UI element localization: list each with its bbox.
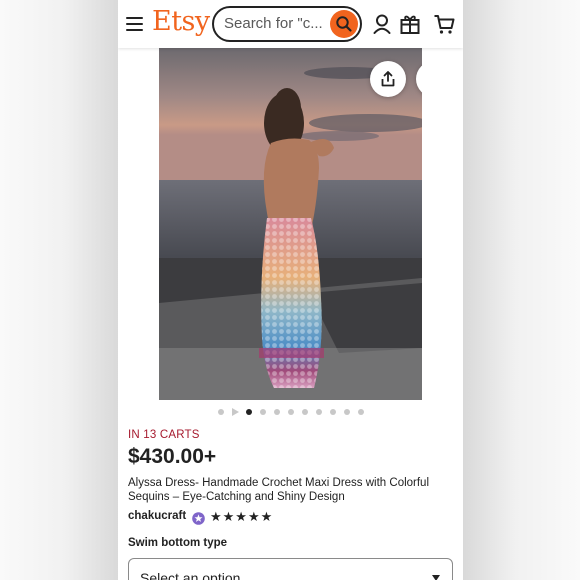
option-label: Swim bottom type	[128, 537, 228, 549]
pagination-dot[interactable]	[330, 409, 336, 415]
pagination-dot[interactable]	[260, 409, 266, 415]
pagination-dot[interactable]	[274, 409, 280, 415]
share-button[interactable]	[370, 61, 406, 97]
image-pagination	[118, 407, 463, 417]
product-price: $430.00+	[128, 445, 217, 468]
search-button[interactable]	[330, 10, 358, 38]
cart-icon[interactable]	[432, 12, 456, 36]
pagination-dot-active[interactable]	[246, 409, 252, 415]
pagination-dot[interactable]	[344, 409, 350, 415]
option-select[interactable]: Select an option	[128, 558, 453, 580]
right-background	[463, 0, 580, 580]
pagination-dot[interactable]	[302, 409, 308, 415]
search-icon	[336, 16, 352, 32]
gift-icon[interactable]	[398, 12, 422, 36]
pagination-dot[interactable]	[218, 409, 224, 415]
left-background	[0, 0, 118, 580]
star-seller-badge-icon	[192, 512, 205, 525]
etsy-logo[interactable]: Etsy	[152, 6, 210, 37]
account-icon[interactable]	[370, 12, 394, 36]
product-photo	[159, 48, 422, 400]
menu-icon[interactable]	[126, 15, 146, 33]
rating-stars[interactable]: ★★★★★	[210, 509, 273, 525]
top-navigation: Etsy	[118, 0, 463, 48]
pagination-dot[interactable]	[288, 409, 294, 415]
video-play-icon[interactable]	[232, 408, 239, 416]
mobile-page: Etsy Search for "c... IN 13 CARTS $430.0…	[118, 0, 463, 580]
share-icon	[381, 71, 395, 87]
pagination-dot[interactable]	[316, 409, 322, 415]
pagination-dot[interactable]	[358, 409, 364, 415]
search-bar[interactable]	[212, 6, 362, 42]
product-image[interactable]	[159, 48, 422, 400]
select-value: Select an option	[140, 570, 241, 580]
product-title: Alyssa Dress- Handmade Crochet Maxi Dres…	[128, 477, 430, 503]
chevron-down-icon	[432, 575, 440, 580]
carts-badge: IN 13 CARTS	[128, 429, 200, 441]
search-input[interactable]	[224, 15, 324, 32]
seller-name[interactable]: chakucraft	[128, 510, 186, 522]
